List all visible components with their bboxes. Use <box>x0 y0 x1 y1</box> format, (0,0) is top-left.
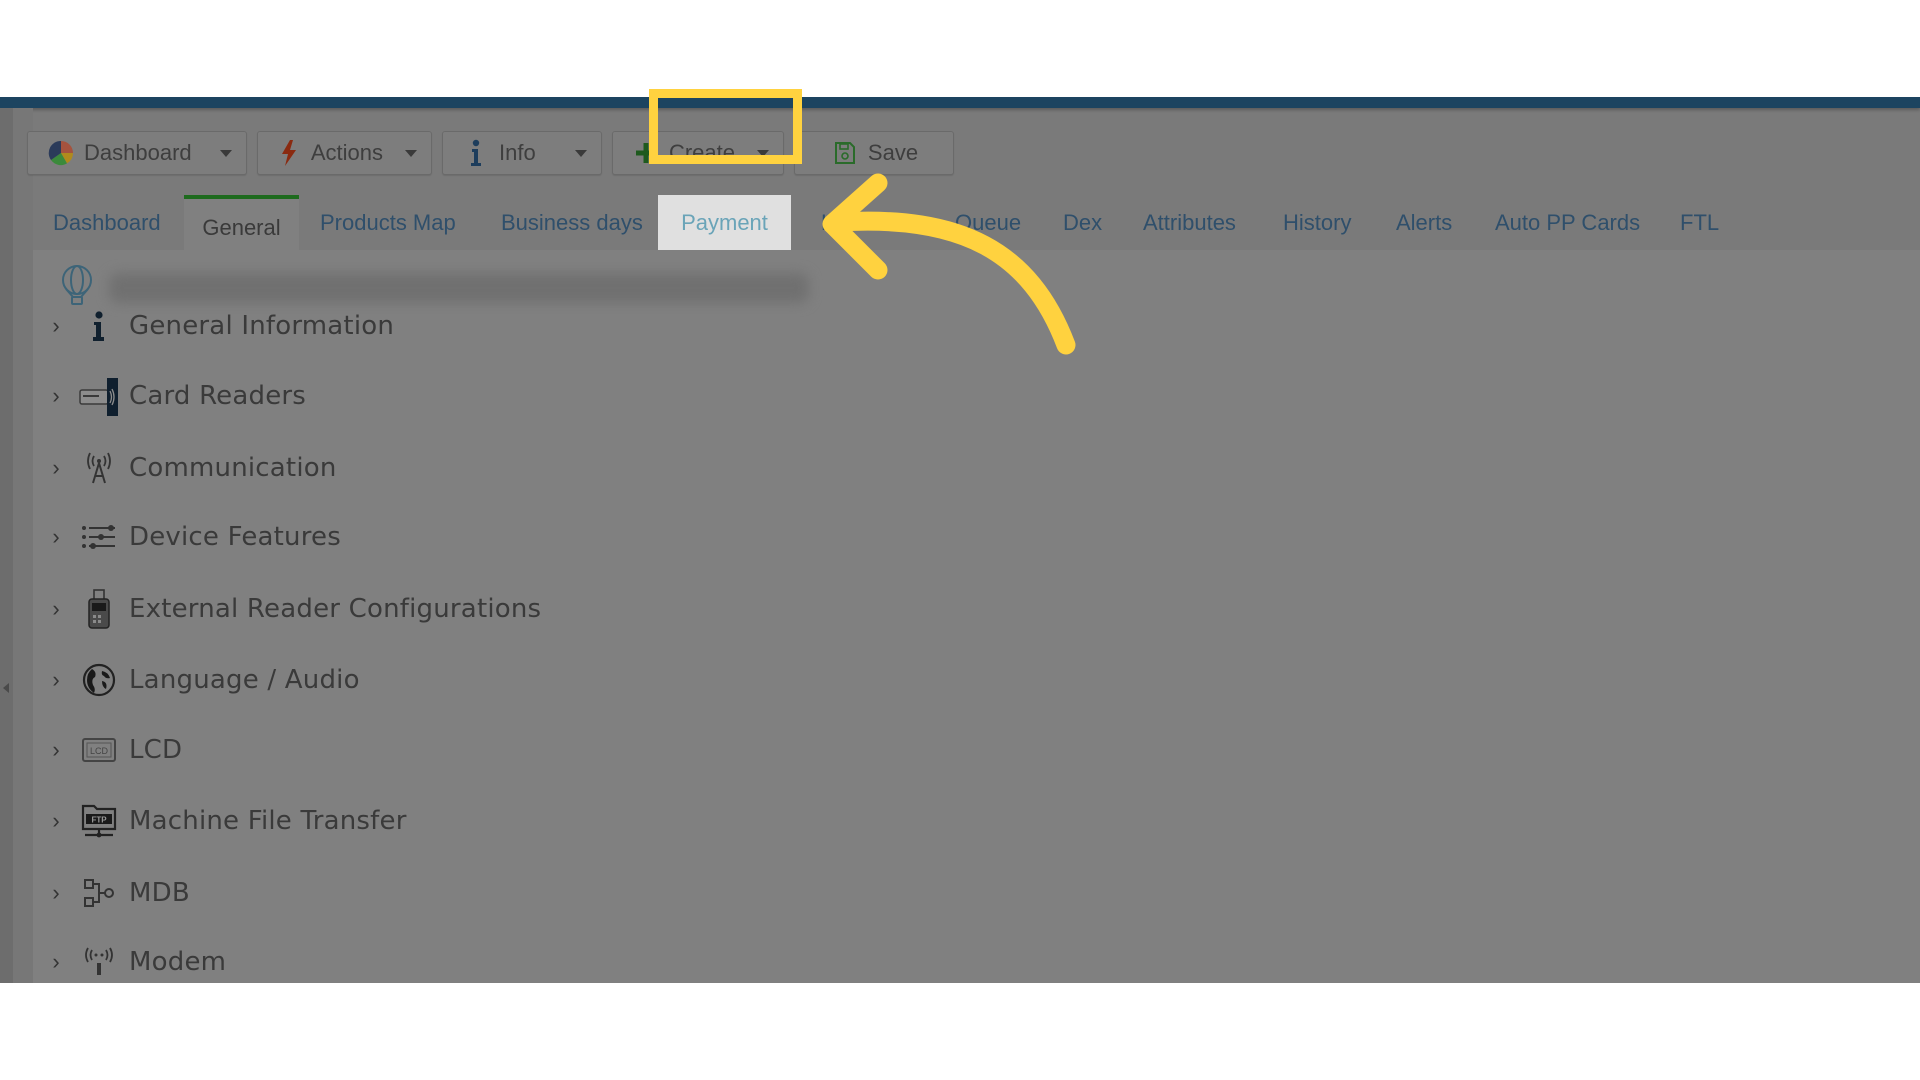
info-icon <box>77 306 121 346</box>
tab-bar: Dashboard General Products Map Business … <box>33 195 1920 251</box>
device-title-redacted <box>109 273 809 303</box>
section-label: Language / Audio <box>129 665 360 695</box>
chevron-right-icon: › <box>52 737 60 762</box>
tab-label: Payment <box>681 210 768 235</box>
chevron-right-icon: › <box>52 596 60 621</box>
info-icon <box>461 138 491 168</box>
section-label: General Information <box>129 311 395 341</box>
save-icon <box>830 138 860 168</box>
tab-auto-pp-cards[interactable]: Auto PP Cards <box>1475 195 1660 250</box>
section-label: External Reader Configurations <box>129 594 542 624</box>
tab-k-obscured[interactable]: K <box>821 195 836 250</box>
tab-alerts[interactable]: Alerts <box>1376 195 1472 250</box>
tab-payment[interactable]: Payment <box>658 195 791 251</box>
lightning-icon <box>276 138 303 168</box>
app-window: Dashboard Actions Info Create Save Dashb… <box>0 97 1920 983</box>
card-reader-icon <box>77 376 121 416</box>
section-label: Communication <box>129 453 337 483</box>
chevron-right-icon: › <box>52 667 60 692</box>
sliders-icon <box>77 517 121 557</box>
section-language-audio[interactable]: › Language / Audio <box>33 658 733 702</box>
tab-label: Alerts <box>1396 209 1453 235</box>
section-lcd[interactable]: › LCD LCD <box>33 728 733 772</box>
section-mdb[interactable]: › MDB <box>33 871 733 915</box>
sidebar-edge <box>13 108 33 983</box>
tab-attributes[interactable]: Attributes <box>1123 195 1256 250</box>
chevron-down-icon <box>405 149 417 157</box>
top-bar <box>0 97 1920 108</box>
tab-label: K <box>821 209 836 235</box>
chevron-right-icon: › <box>52 880 60 905</box>
tab-label: Dashboard <box>53 209 161 235</box>
save-button-label: Save <box>867 140 919 165</box>
chevron-right-icon: › <box>52 524 60 549</box>
svg-text:LCD: LCD <box>90 746 109 756</box>
section-label: Card Readers <box>129 381 307 411</box>
tab-label: Auto PP Cards <box>1495 209 1641 235</box>
tab-label: Business days <box>501 209 643 235</box>
sidebar-toggle-handle[interactable] <box>3 683 9 693</box>
section-label: Device Features <box>129 522 341 552</box>
info-button-label: Info <box>499 140 536 165</box>
chevron-right-icon: › <box>52 455 60 480</box>
tab-label: Products Map <box>320 209 456 235</box>
globe-icon <box>77 660 121 700</box>
modem-icon <box>77 942 121 982</box>
chevron-right-icon: › <box>52 313 60 338</box>
external-reader-icon <box>77 589 121 629</box>
section-modem[interactable]: › Modem <box>33 940 733 983</box>
chevron-right-icon: › <box>52 949 60 974</box>
section-label: MDB <box>129 878 190 908</box>
section-general-information[interactable]: › General Information <box>33 304 733 348</box>
tab-label: FTL <box>1680 209 1720 235</box>
lcd-icon: LCD <box>77 730 121 770</box>
section-external-reader-configurations[interactable]: › External Reader Configurations <box>33 587 733 631</box>
tab-business-days[interactable]: Business days <box>481 195 663 250</box>
chevron-down-icon <box>220 149 232 157</box>
section-machine-file-transfer[interactable]: › FTP Machine File Transfer <box>33 799 733 843</box>
pie-chart-icon <box>46 138 76 168</box>
tab-ftl[interactable]: FTL <box>1660 195 1739 250</box>
sidebar-collapsed <box>0 108 13 983</box>
tab-queue[interactable]: Queue <box>935 195 1041 250</box>
antenna-icon <box>77 448 121 488</box>
dashboard-dropdown-button[interactable]: Dashboard <box>27 131 247 175</box>
tab-label: History <box>1283 209 1352 235</box>
info-dropdown-button[interactable]: Info <box>442 131 602 175</box>
tab-products-map[interactable]: Products Map <box>300 195 476 250</box>
section-label: Machine File Transfer <box>129 806 407 836</box>
tab-label: Dex <box>1063 209 1103 235</box>
actions-dropdown-button[interactable]: Actions <box>257 131 432 175</box>
section-label: LCD <box>129 735 183 765</box>
section-card-readers[interactable]: › Card Readers <box>33 374 733 418</box>
tab-label: Attributes <box>1143 209 1236 235</box>
tab-dashboard[interactable]: Dashboard <box>33 195 181 250</box>
section-label: Modem <box>129 947 227 977</box>
actions-button-label: Actions <box>310 140 383 165</box>
tab-label: Queue <box>955 209 1022 235</box>
tab-dex[interactable]: Dex <box>1043 195 1122 250</box>
dashboard-button-label: Dashboard <box>84 140 192 165</box>
general-tab-content: › General Information › Card Readers › C… <box>33 250 1920 983</box>
svg-text:FTP: FTP <box>91 816 107 825</box>
save-button[interactable]: Save <box>794 131 954 175</box>
chevron-right-icon: › <box>52 383 60 408</box>
chevron-right-icon: › <box>52 808 60 833</box>
section-device-features[interactable]: › Device Features <box>33 515 733 559</box>
tab-label: General <box>202 214 281 240</box>
section-communication[interactable]: › Communication <box>33 446 733 490</box>
tab-history[interactable]: History <box>1263 195 1371 250</box>
annotation-highlight-box <box>649 89 802 164</box>
tab-general[interactable]: General <box>184 195 299 250</box>
chevron-down-icon <box>575 149 587 157</box>
mdb-icon <box>77 873 121 913</box>
toolbar: Dashboard Actions Info Create Save <box>27 131 954 177</box>
ftp-icon: FTP <box>77 801 121 841</box>
